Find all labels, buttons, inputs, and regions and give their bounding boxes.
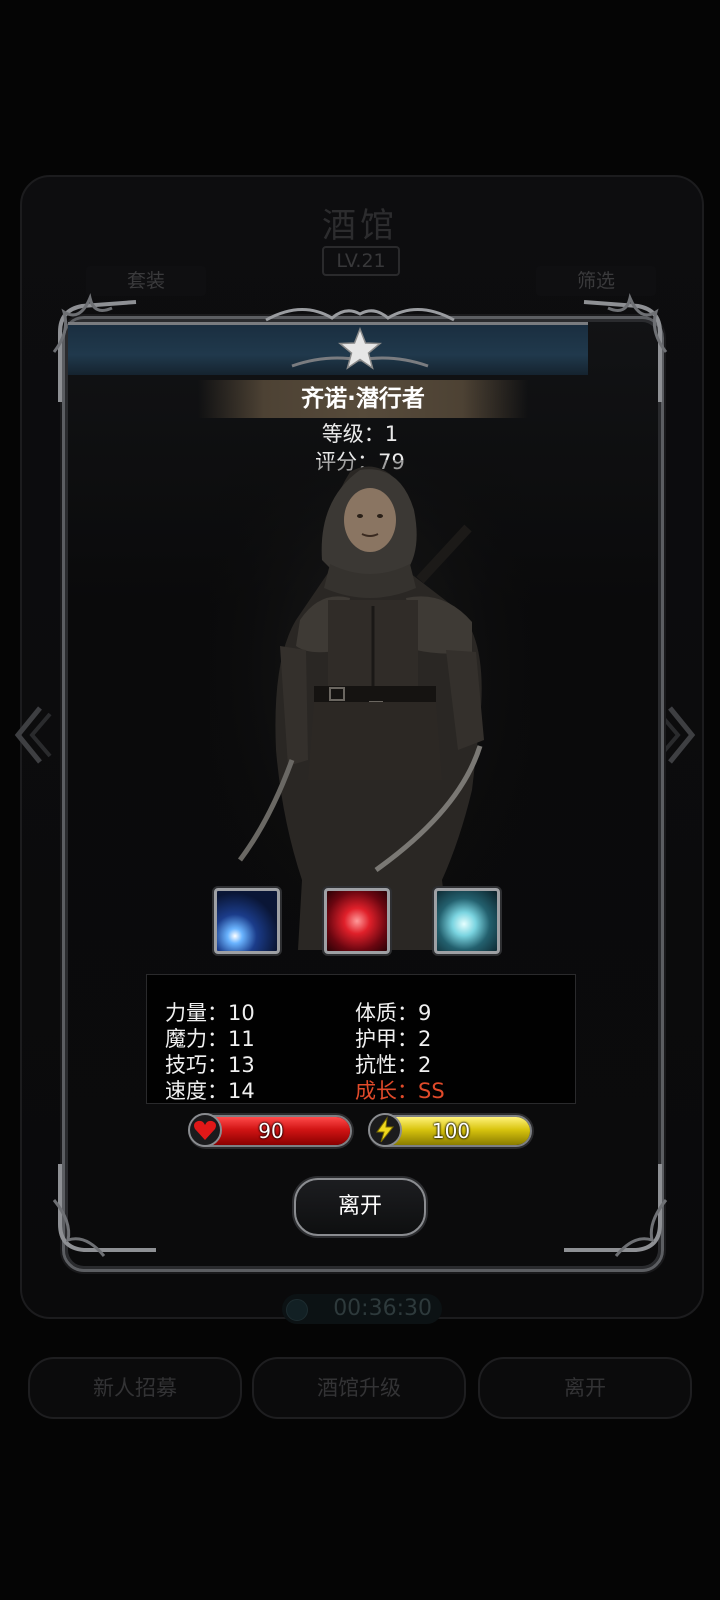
stat-speed: 速度：14 bbox=[165, 1079, 255, 1103]
refresh-timer: 00:36:30 bbox=[282, 1294, 442, 1324]
tavern-leave-button[interactable]: 离开 bbox=[478, 1357, 692, 1419]
star-rank-icon bbox=[337, 327, 383, 370]
recruit-button[interactable]: 新人招募 bbox=[28, 1357, 242, 1419]
leave-button[interactable]: 离开 bbox=[294, 1178, 426, 1236]
upgrade-tavern-button[interactable]: 酒馆升级 bbox=[252, 1357, 466, 1419]
corner-ornament-icon bbox=[52, 1164, 156, 1257]
heart-icon bbox=[188, 1113, 222, 1147]
previous-hero-arrow-icon[interactable] bbox=[10, 700, 54, 770]
lightning-icon bbox=[368, 1113, 402, 1147]
clock-icon bbox=[286, 1299, 308, 1321]
hero-level: 等级：1 bbox=[321, 422, 399, 446]
refresh-timer-text: 00:36:30 bbox=[333, 1296, 432, 1321]
wind-swirl-skill-icon[interactable] bbox=[434, 888, 500, 954]
hero-stats-panel: 力量：10 体质：9 魔力：11 护甲：2 技巧：13 抗性：2 速度：14 成… bbox=[146, 974, 576, 1104]
red-slash-skill-icon[interactable] bbox=[324, 888, 390, 954]
light-beam-skill-icon[interactable] bbox=[214, 888, 280, 954]
tavern-level-badge: LV.21 bbox=[322, 246, 400, 276]
hero-name: 齐诺·潜行者 bbox=[198, 380, 528, 418]
tavern-title: 酒馆 bbox=[322, 206, 398, 246]
corner-ornament-icon bbox=[52, 293, 137, 402]
corner-ornament-icon bbox=[583, 293, 668, 402]
stat-growth: 成长：SS bbox=[355, 1079, 445, 1103]
corner-ornament-icon bbox=[564, 1164, 668, 1257]
